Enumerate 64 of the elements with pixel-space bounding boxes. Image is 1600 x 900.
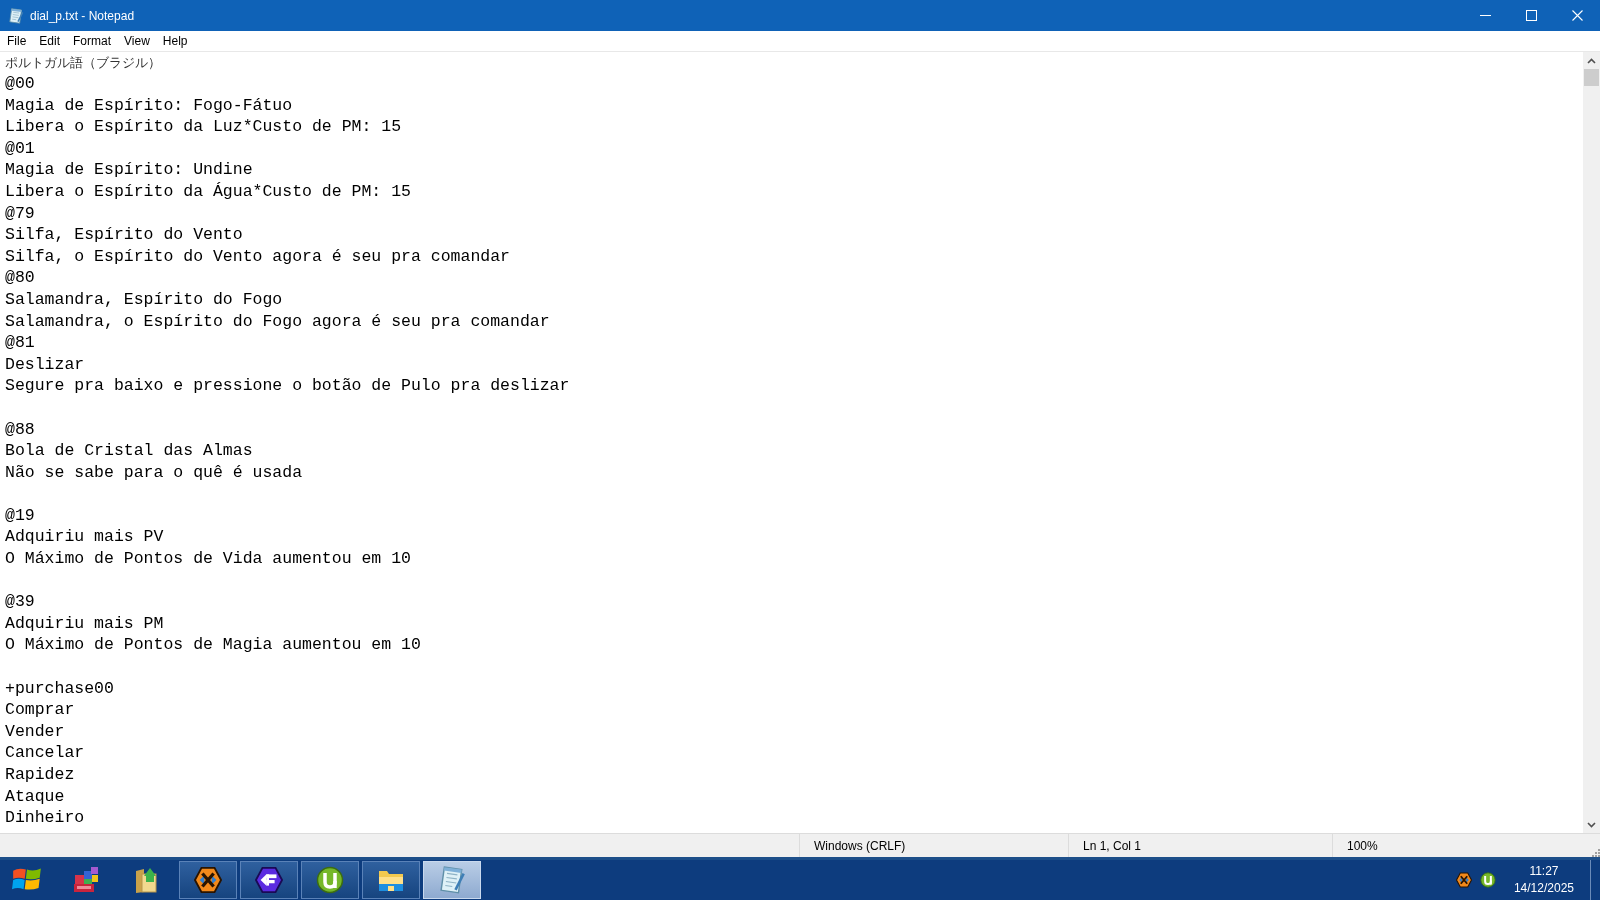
text-line: @79	[5, 202, 35, 225]
text-line: @80	[5, 267, 35, 289]
windows-logo-icon	[12, 867, 42, 893]
menu-item[interactable]: Edit	[33, 31, 67, 51]
circle-u-icon	[316, 866, 344, 894]
text-line: Adquiriu mais PV	[5, 526, 164, 549]
text-line: O Máximo de Pontos de Magia aumentou em 10	[5, 634, 421, 657]
text-line: Cancelar	[5, 742, 85, 764]
clock[interactable]: 11:27 14/12/2025	[1503, 863, 1582, 897]
text-line: Silfa, o Espírito do Vento agora é seu pra comandar	[5, 245, 510, 268]
text-line: Dinheiro	[5, 807, 85, 829]
text-line: Segure pra baixo e pressione o botão de Pulo pra deslizar	[5, 375, 570, 397]
text-line: @19	[5, 504, 35, 527]
taskbar-button[interactable]	[301, 861, 359, 899]
vertical-scrollbar[interactable]	[1583, 52, 1600, 833]
tray-button[interactable]	[1455, 872, 1472, 888]
notepad-icon	[8, 7, 24, 24]
text-line: ポルトガル語（ブラジル）	[5, 54, 161, 72]
menu-item[interactable]: File	[1, 31, 33, 51]
circle-u-icon	[1479, 872, 1496, 888]
status-text: Ln 1, Col 1	[1083, 838, 1142, 853]
text-line: Deslizar	[5, 353, 85, 376]
window-title: dial_p.txt - Notepad	[30, 8, 135, 23]
text-line: Comprar	[5, 699, 75, 721]
f-letter-icon	[255, 866, 283, 894]
taskbar-button[interactable]	[179, 861, 237, 899]
taskbar-button[interactable]	[362, 861, 420, 899]
text-line: Ataque	[5, 785, 65, 808]
text-line: Libera o Espírito da Luz*Custo de PM: 15	[5, 116, 402, 138]
status-text: Windows (CRLF)	[814, 838, 906, 853]
text-line: Adquiriu mais PM	[5, 612, 164, 635]
text-line: Magia de Espírito: Undine	[5, 159, 253, 181]
text-line: @39	[5, 591, 35, 613]
text-line: O Máximo de Pontos de Vida aumentou em 10	[5, 548, 411, 570]
minimize-icon	[1479, 15, 1491, 16]
text-line: Silfa, Espírito do Vento	[5, 224, 243, 246]
text-line: +purchase00	[5, 677, 114, 700]
text-line: Libera o Espírito da Água*Custo de PM: 15	[5, 180, 411, 203]
menu-item[interactable]: Help	[156, 31, 194, 51]
text-line: Vender	[5, 720, 65, 743]
text-line: @81	[5, 332, 35, 354]
close-icon	[1571, 10, 1583, 21]
menu-item[interactable]: View	[118, 31, 156, 51]
text-line: Bola de Cristal das Almas	[5, 440, 253, 462]
text-line: @01	[5, 137, 35, 160]
hexagon-x-icon	[194, 866, 222, 894]
blocks-icon	[72, 866, 100, 894]
text-line: Salamandra, o Espírito do Fogo agora é seu pra comandar	[5, 310, 550, 333]
text-line: Magia de Espírito: Fogo-Fátuo	[5, 94, 293, 117]
text-line: Salamandra, Espírito do Fogo	[5, 288, 283, 311]
text-line: Rapidez	[5, 764, 75, 786]
hexagon-x-icon	[1455, 872, 1472, 888]
taskbar-button[interactable]	[240, 861, 298, 899]
scrollbar-thumb[interactable]	[1584, 69, 1599, 86]
tray-button[interactable]	[1479, 872, 1496, 888]
maximize-icon	[1525, 10, 1537, 21]
menu-item[interactable]: Format	[67, 31, 118, 51]
status-text: 100%	[1347, 838, 1378, 853]
chevron-down-icon	[1587, 821, 1596, 828]
chevron-up-icon	[1587, 57, 1596, 64]
text-line: @00	[5, 73, 35, 95]
text-line: @88	[5, 418, 35, 441]
text-line: Não se sabe para o quê é usada	[5, 461, 303, 484]
size-grip-icon	[1590, 847, 1600, 857]
